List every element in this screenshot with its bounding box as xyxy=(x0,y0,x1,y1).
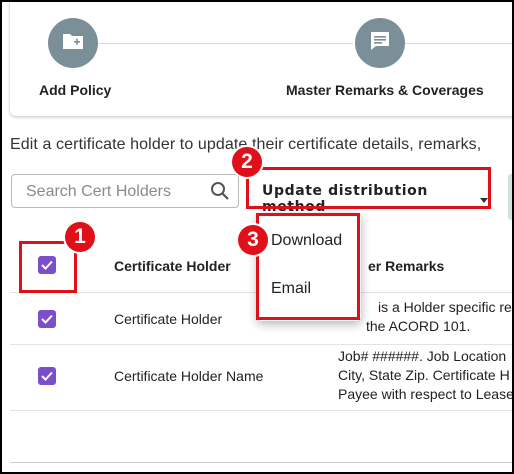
partial-button[interactable] xyxy=(508,174,512,220)
callout-badge-3: 3 xyxy=(238,225,268,255)
cell-remarks: Job# ######. Job Location City, State Zi… xyxy=(338,347,514,404)
stepper-connector xyxy=(405,43,512,44)
row-checkbox[interactable] xyxy=(38,367,56,385)
column-header-holder[interactable]: Certificate Holder xyxy=(114,258,231,274)
check-icon xyxy=(41,371,53,381)
comment-icon xyxy=(369,30,391,57)
callout-box-update-button xyxy=(246,167,491,209)
step-master-remarks[interactable] xyxy=(355,18,405,68)
table-bottom-divider xyxy=(10,462,512,463)
search-icon[interactable] xyxy=(210,181,230,206)
cell-holder: Certificate Holder Name xyxy=(114,368,264,384)
remark-line: is a Holder specific rem xyxy=(378,299,514,315)
stepper-connector xyxy=(90,43,353,44)
callout-badge-1: 1 xyxy=(65,222,95,252)
cell-remarks: is a Holder specific rem the ACORD 101. xyxy=(366,298,514,336)
table-row[interactable]: Certificate Holder Name Job# ######. Job… xyxy=(10,344,514,411)
app-frame: Add Policy Master Remarks & Coverages Ed… xyxy=(0,0,514,474)
step-label-master-remarks: Master Remarks & Coverages xyxy=(286,82,484,98)
column-header-remarks[interactable]: er Remarks xyxy=(368,258,444,274)
remark-line: Job# ######. Job Location xyxy=(338,348,507,364)
callout-badge-2: 2 xyxy=(232,147,262,177)
stepper-card: Add Policy Master Remarks & Coverages xyxy=(10,2,512,116)
step-add-policy[interactable] xyxy=(48,18,98,68)
check-icon xyxy=(41,314,53,324)
search-box[interactable] xyxy=(11,174,239,208)
step-label-add-policy: Add Policy xyxy=(39,82,112,98)
remark-line: City, State Zip. Certificate H xyxy=(338,367,510,383)
cell-holder: Certificate Holder xyxy=(114,311,223,327)
callout-box-menu xyxy=(256,213,360,320)
row-checkbox[interactable] xyxy=(38,310,56,328)
remark-line: the ACORD 101. xyxy=(366,318,471,334)
folder-plus-icon xyxy=(62,31,84,56)
callout-box-select-all xyxy=(19,241,77,293)
search-input[interactable] xyxy=(24,181,208,203)
remark-line: Payee with respect to Lease xyxy=(338,386,514,402)
